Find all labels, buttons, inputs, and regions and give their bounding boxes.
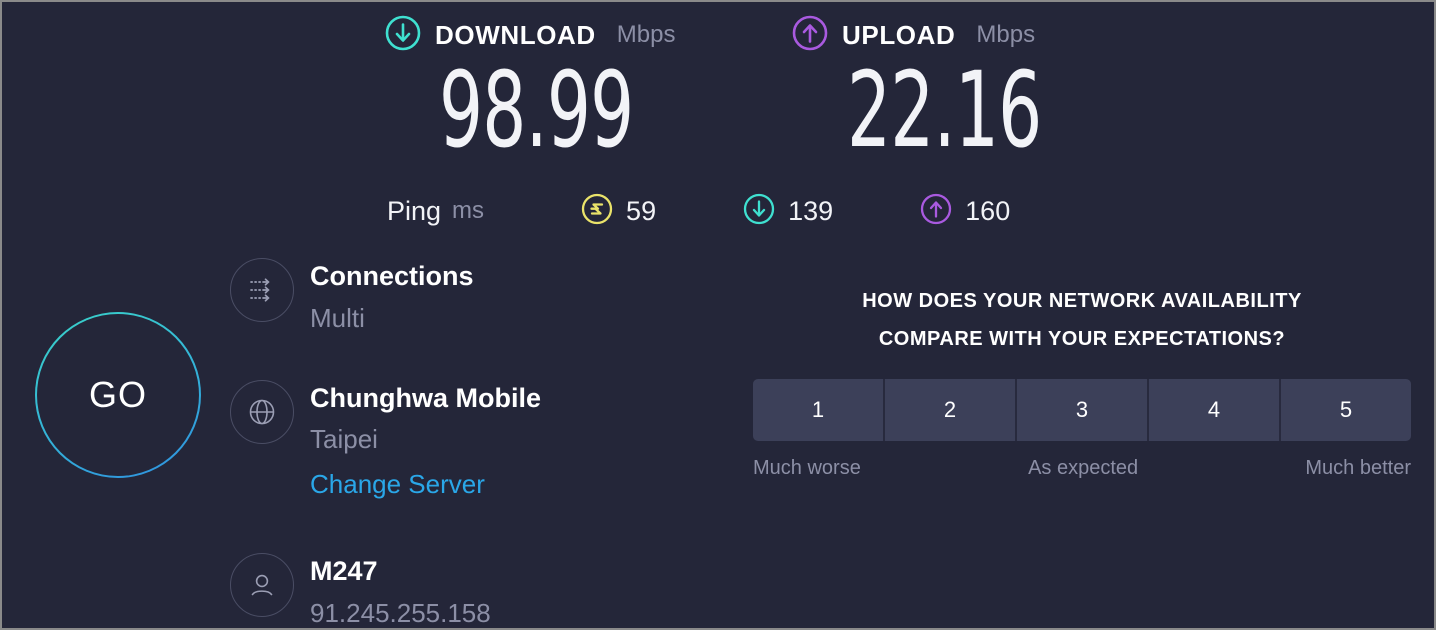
multi-connections-icon [230, 258, 294, 322]
download-unit: Mbps [616, 21, 676, 48]
rating-button-1[interactable]: 1 [753, 379, 885, 441]
server-row: Chunghwa Mobile Taipei Change Server [230, 379, 660, 502]
isp-row: M247 91.245.255.158 [230, 552, 660, 628]
scale-label-low: Much worse [753, 457, 861, 479]
server-text: Chunghwa Mobile Taipei Change Server [310, 380, 660, 502]
upload-ping-value: 160 [965, 195, 1011, 226]
download-value: 98.99 [439, 49, 634, 171]
go-button-wrap: GO [35, 312, 201, 478]
survey-question-line2: COMPARE WITH YOUR EXPECTATIONS? [878, 328, 1286, 350]
network-survey: HOW DOES YOUR NETWORK AVAILABILITY COMPA… [753, 282, 1411, 480]
idle-ping-value: 59 [626, 195, 657, 226]
scale-label-high: Much better [1305, 457, 1411, 479]
download-label: DOWNLOAD [435, 19, 596, 50]
idle-ping: 59 [580, 192, 656, 231]
ping-row: Ping ms 59 139 160 [387, 190, 1010, 232]
upload-arrow-icon [791, 14, 829, 57]
speed-results: DOWNLOAD Mbps 98.99 UPLOAD Mbps 22.16 Pi… [2, 2, 1434, 242]
user-icon [230, 552, 294, 617]
rating-button-group: 1 2 3 4 5 [753, 379, 1411, 441]
survey-question-line1: HOW DOES YOUR NETWORK AVAILABILITY [862, 290, 1302, 312]
upload-result: UPLOAD Mbps 22.16 [791, 14, 1110, 171]
rating-button-3[interactable]: 3 [1017, 379, 1149, 441]
server-location: Taipei [310, 424, 378, 455]
survey-question: HOW DOES YOUR NETWORK AVAILABILITY COMPA… [753, 282, 1411, 358]
isp-ip-address: 91.245.255.158 [310, 597, 491, 628]
rating-scale-labels: Much worse As expected Much better [753, 457, 1411, 480]
speedtest-result-panel: DOWNLOAD Mbps 98.99 UPLOAD Mbps 22.16 Pi… [0, 0, 1436, 630]
ping-unit: ms [452, 197, 485, 224]
isp-text: M247 91.245.255.158 [310, 553, 660, 628]
go-button-label: GO [88, 374, 147, 415]
upload-ping-icon [919, 192, 953, 231]
connection-info-list: Connections Multi Chunghwa Mobile Taipei… [230, 258, 660, 628]
download-ping: 139 [742, 192, 833, 231]
connections-subtitle: Multi [310, 302, 365, 333]
upload-label: UPLOAD [842, 19, 956, 50]
connections-row: Connections Multi [230, 258, 660, 336]
download-arrow-icon [384, 14, 422, 57]
idle-ping-icon [580, 192, 614, 231]
rating-button-5[interactable]: 5 [1281, 379, 1411, 441]
rating-button-4[interactable]: 4 [1149, 379, 1281, 441]
download-result: DOWNLOAD Mbps 98.99 [384, 14, 702, 171]
download-ping-icon [742, 192, 776, 231]
download-ping-value: 139 [788, 195, 834, 226]
scale-label-mid: As expected [1028, 457, 1139, 479]
globe-icon [230, 379, 294, 444]
connections-text: Connections Multi [310, 258, 660, 336]
ping-label: Ping [387, 195, 442, 226]
connections-title: Connections [310, 261, 474, 291]
upload-ping: 160 [919, 192, 1010, 231]
upload-value: 22.16 [847, 49, 1042, 171]
rating-button-2[interactable]: 2 [885, 379, 1017, 441]
isp-name: M247 [310, 555, 378, 586]
server-name: Chunghwa Mobile [310, 382, 541, 413]
upload-unit: Mbps [976, 21, 1036, 48]
go-button[interactable]: GO [35, 312, 201, 478]
change-server-link[interactable]: Change Server [310, 468, 485, 502]
